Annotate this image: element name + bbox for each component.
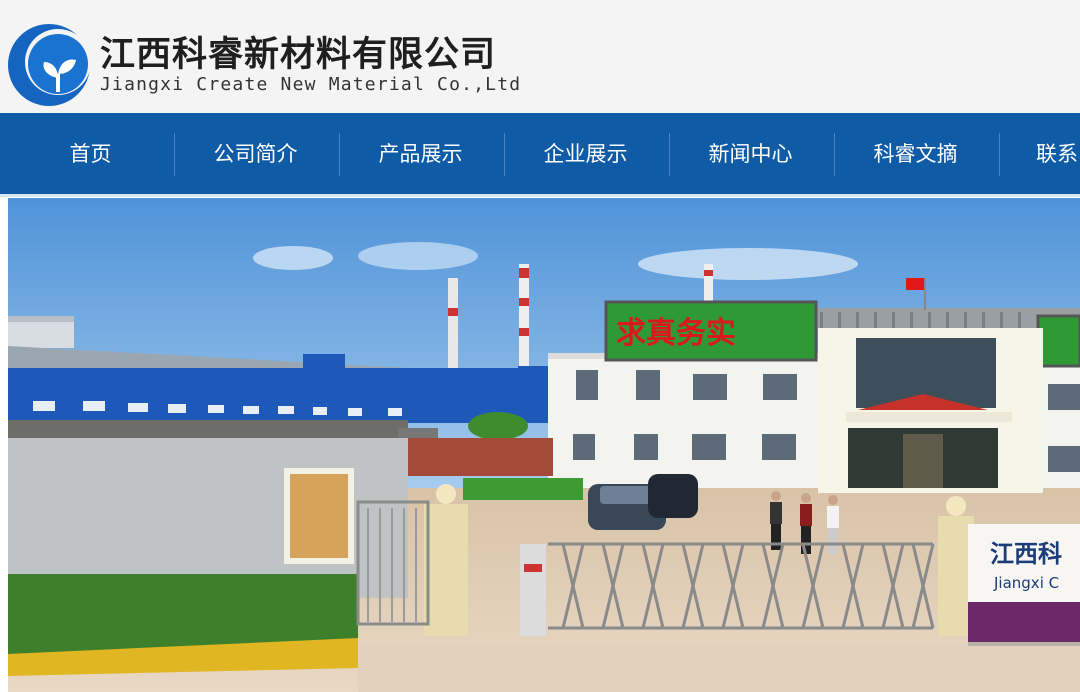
nav-item-news[interactable]: 新闻中心 [668,113,833,196]
nav-item-home[interactable]: 首页 [8,113,173,196]
hero-banner[interactable]: 求真务实 江西科 Jiangxi C [8,198,1080,692]
billboard-text: 求真务实 [616,316,736,351]
gate-sign-cn: 江西科 [990,539,1062,568]
gate-controller [520,544,546,636]
nav-item-digest[interactable]: 科睿文摘 [833,113,998,196]
nav-item-about[interactable]: 公司简介 [173,113,338,196]
nav-item-products[interactable]: 产品展示 [338,113,503,196]
nav-item-contact[interactable]: 联系 [998,113,1080,196]
company-name-en: Jiangxi Create New Material Co.,Ltd [100,74,522,95]
site-header: 江西科睿新材料有限公司 Jiangxi Create New Material … [0,0,1080,113]
nav-item-enterprise[interactable]: 企业展示 [503,113,668,196]
car [648,474,698,518]
nav-bottom-border [0,194,1080,197]
gate-pillar [424,504,468,636]
main-nav: 首页 公司简介 产品展示 企业展示 新闻中心 科睿文摘 联系 [0,113,1080,196]
warehouse [8,368,553,423]
factory-photo: 求真务实 江西科 Jiangxi C [8,198,1080,692]
company-name-cn: 江西科睿新材料有限公司 [100,35,497,75]
flag [906,278,924,290]
gate-sign-en: Jiangxi C [993,574,1059,592]
company-logo-icon[interactable] [6,22,92,108]
